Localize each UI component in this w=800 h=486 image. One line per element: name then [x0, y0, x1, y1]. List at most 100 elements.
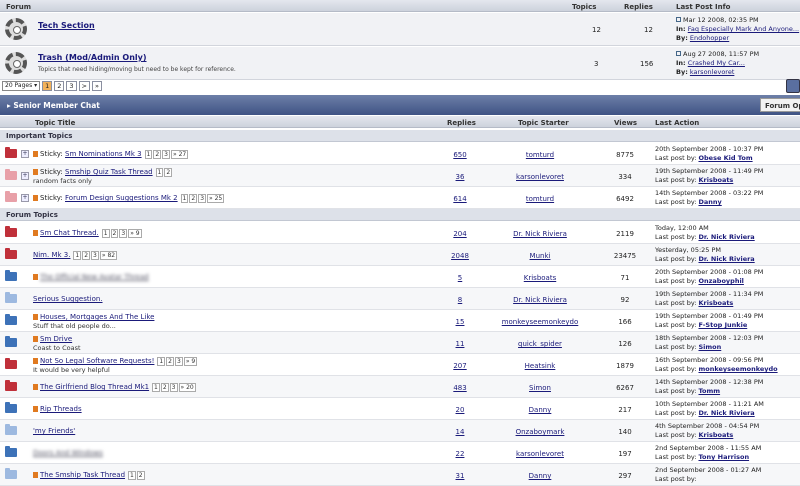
topic-link[interactable]: 'my Friends' [33, 427, 75, 435]
topic-page-link[interactable]: 3 [119, 229, 128, 238]
topic-page-link[interactable]: » 82 [99, 251, 118, 260]
starter-link[interactable]: tomturd [490, 195, 590, 203]
topic-page-link[interactable]: 1 [127, 471, 136, 480]
topic-link[interactable]: Forum Design Suggestions Mk 2 [65, 194, 178, 202]
topic-page-link[interactable]: 1 [144, 150, 153, 159]
expand-icon[interactable]: + [21, 172, 29, 180]
topic-page-link[interactable]: 2 [110, 229, 119, 238]
last-post-user[interactable]: Dr. Nick Riviera [698, 409, 754, 417]
replies-link[interactable]: 207 [440, 362, 480, 370]
last-post-user[interactable]: Simon [698, 343, 721, 351]
last-post-user[interactable]: Onzaboyphil [698, 277, 743, 285]
replies-link[interactable]: 11 [440, 340, 480, 348]
topic-page-link[interactable]: 1 [157, 357, 166, 366]
last-post-user-link[interactable]: Endohopper [690, 34, 729, 42]
topic-page-link[interactable]: 1 [73, 251, 82, 260]
topic-link[interactable]: Houses, Mortgages And The Like [40, 313, 154, 321]
starter-link[interactable]: Onzaboymark [490, 428, 590, 436]
topic-link[interactable]: Rip Threads [40, 405, 82, 413]
starter-link[interactable]: quick_spider [490, 340, 590, 348]
topic-page-link[interactable]: » 9 [128, 229, 142, 238]
expand-icon[interactable]: + [21, 194, 29, 202]
topic-page-link[interactable]: 2 [166, 357, 174, 366]
starter-link[interactable]: karsonlevoret [490, 450, 590, 458]
page-last[interactable]: » [92, 81, 102, 91]
forum-options-button[interactable]: Forum Op [760, 98, 800, 112]
expand-icon[interactable]: + [21, 150, 29, 158]
forum-title[interactable]: Trash (Mod/Admin Only) [38, 53, 147, 62]
topic-page-link[interactable]: 1 [152, 383, 160, 392]
pages-dropdown[interactable]: 20 Pages ▾ [2, 81, 41, 91]
last-post-user-link[interactable]: karsonlevoret [690, 68, 735, 76]
starter-link[interactable]: Dr. Nick Riviera [490, 296, 590, 304]
replies-link[interactable]: 14 [440, 428, 480, 436]
replies-link[interactable]: 36 [440, 173, 480, 181]
topic-page-link[interactable]: 1 [101, 229, 110, 238]
topic-page-link[interactable]: » 25 [207, 194, 225, 203]
replies-link[interactable]: 15 [440, 318, 480, 326]
topic-page-link[interactable]: 2 [153, 150, 162, 159]
topic-link[interactable]: Serious Suggestion. [33, 295, 103, 303]
replies-link[interactable]: 22 [440, 450, 480, 458]
page-next[interactable]: > [78, 81, 90, 91]
topic-page-link[interactable]: » 20 [178, 383, 196, 392]
topic-page-link[interactable]: 3 [174, 357, 183, 366]
starter-link[interactable]: Danny [490, 406, 590, 414]
topic-link[interactable]: Doors And Windows [33, 449, 103, 457]
last-post-user[interactable]: monkeyseemonkeydo [698, 365, 777, 373]
replies-link[interactable]: 20 [440, 406, 480, 414]
topic-link[interactable]: Sm Drive [40, 335, 72, 343]
last-post-topic-link[interactable]: Crashed My Car... [688, 59, 745, 67]
replies-link[interactable]: 8 [440, 296, 480, 304]
starter-link[interactable]: Munki [490, 252, 590, 260]
starter-link[interactable]: Dr. Nick Riviera [490, 230, 590, 238]
topic-page-link[interactable]: 3 [91, 251, 99, 260]
page-1[interactable]: 1 [42, 81, 53, 91]
starter-link[interactable]: Simon [490, 384, 590, 392]
topic-page-link[interactable]: » 27 [170, 150, 189, 159]
replies-link[interactable]: 483 [440, 384, 480, 392]
last-post-user[interactable]: F-Stop Junkie [698, 321, 747, 329]
topic-link[interactable]: Sm Nominations Mk 3 [65, 150, 142, 158]
replies-link[interactable]: 2048 [440, 252, 480, 260]
topic-link[interactable]: Sm Chat Thread. [40, 229, 99, 237]
starter-link[interactable]: tomturd [490, 151, 590, 159]
topic-page-link[interactable]: 1 [180, 194, 189, 203]
topic-link[interactable]: The Official New Avatar Thread [40, 273, 149, 281]
topic-page-link[interactable]: » 9 [183, 357, 198, 366]
replies-link[interactable]: 31 [440, 472, 480, 480]
replies-link[interactable]: 5 [440, 274, 480, 282]
replies-link[interactable]: 650 [440, 151, 480, 159]
topic-page-link[interactable]: 3 [162, 150, 170, 159]
last-post-user[interactable]: Krisboats [698, 299, 733, 307]
topic-page-link[interactable]: 2 [189, 194, 198, 203]
starter-link[interactable]: monkeyseemonkeydo [490, 318, 590, 326]
topic-page-link[interactable]: 2 [164, 168, 173, 177]
topic-link[interactable]: The Girlfriend Blog Thread Mk1 [40, 383, 149, 391]
starter-link[interactable]: Krisboats [490, 274, 590, 282]
forum-title[interactable]: Tech Section [38, 21, 95, 30]
starter-link[interactable]: karsonlevoret [490, 173, 590, 181]
replies-link[interactable]: 204 [440, 230, 480, 238]
last-post-user[interactable]: Dr. Nick Riviera [698, 233, 754, 241]
topic-page-link[interactable]: 3 [169, 383, 178, 392]
page-2[interactable]: 2 [54, 81, 65, 91]
last-post-user[interactable]: Dr. Nick Riviera [698, 255, 754, 263]
topic-link[interactable]: The Smship Task Thread [40, 471, 125, 479]
topic-page-link[interactable]: 2 [82, 251, 91, 260]
last-post-user[interactable]: Danny [698, 198, 721, 206]
topic-page-link[interactable]: 3 [198, 194, 207, 203]
last-post-user[interactable]: Obese Kid Tom [698, 154, 752, 162]
starter-link[interactable]: Heatsink [490, 362, 590, 370]
topic-page-link[interactable]: 1 [155, 168, 164, 177]
topic-link[interactable]: Smship Quiz Task Thread [65, 168, 153, 176]
starter-link[interactable]: Danny [490, 472, 590, 480]
last-post-user[interactable]: Tomm [698, 387, 720, 395]
topic-page-link[interactable]: 2 [160, 383, 169, 392]
topic-link[interactable]: Nim. Mk 3. [33, 251, 70, 259]
replies-link[interactable]: 614 [440, 195, 480, 203]
last-post-user[interactable]: Krisboats [698, 431, 733, 439]
last-post-user[interactable]: Tony Harrison [698, 453, 749, 461]
new-topic-button[interactable] [786, 79, 800, 93]
topic-page-link[interactable]: 2 [136, 471, 145, 480]
